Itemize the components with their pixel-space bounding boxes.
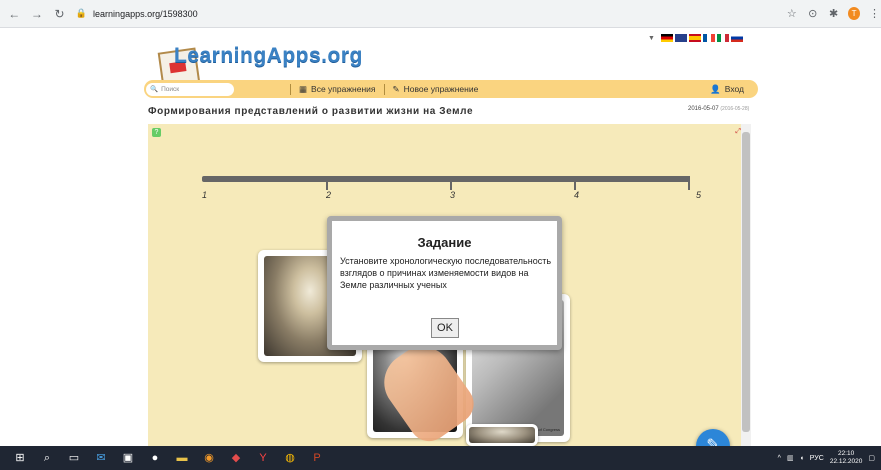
reload-icon[interactable]: ↻ — [51, 5, 68, 23]
ok-button[interactable]: OK — [431, 318, 459, 338]
menu-new-exercise[interactable]: ✎ Новое упражнение — [393, 84, 479, 95]
portrait-card-4[interactable] — [466, 424, 538, 446]
powerpoint-icon[interactable]: P — [310, 451, 324, 465]
language-flags[interactable]: ▼ — [648, 34, 743, 42]
logo-text: LearningApps.org — [174, 44, 363, 67]
dialog-text: Установите хронологическую последователь… — [340, 256, 552, 290]
notifications-icon[interactable]: ▢ — [868, 454, 875, 462]
grid-icon: ▦ — [299, 83, 308, 94]
date-small: (2016-05-28) — [720, 106, 750, 112]
portrait-image — [469, 427, 535, 443]
exercise-date: 2016-05-07 (2016-05-28) — [688, 106, 749, 112]
tray-up-icon[interactable]: ^ — [778, 455, 781, 462]
timeline-label-5: 5 — [696, 190, 702, 200]
forward-icon[interactable]: → — [29, 5, 46, 23]
search-icon[interactable]: ⌕ — [40, 451, 54, 465]
user-icon: 👤 — [710, 83, 721, 94]
profile-avatar[interactable]: T — [848, 7, 861, 20]
pencil-icon: ✎ — [392, 83, 400, 94]
app-red-icon[interactable]: ◆ — [229, 451, 243, 465]
chrome-icon[interactable]: ◍ — [283, 451, 297, 465]
timeline-label-2: 2 — [326, 190, 332, 200]
timeline-tick — [574, 176, 576, 190]
clock-time: 22:10 — [837, 450, 855, 457]
clock-date: 22.12.2020 — [829, 458, 863, 465]
task-view-icon[interactable]: ▭ — [67, 451, 81, 465]
windows-start-icon[interactable]: ⊞ — [13, 451, 27, 465]
star-icon[interactable]: ☆ — [785, 7, 798, 21]
dialog-title: Задание — [417, 235, 472, 250]
flag-es-icon[interactable] — [688, 34, 701, 42]
flag-it-icon[interactable] — [716, 34, 729, 42]
network-icon[interactable]: ▥ — [787, 454, 794, 462]
flag-ru-icon[interactable] — [730, 34, 743, 42]
lock-icon: 🔒 — [75, 8, 88, 18]
flag-fr-icon[interactable] — [702, 34, 715, 42]
help-icon[interactable]: ? — [152, 128, 161, 137]
language-indicator[interactable]: РУС — [810, 455, 824, 462]
flag-de-icon[interactable] — [660, 34, 673, 42]
exercise-title: Формирования представлений о развитии жи… — [148, 106, 474, 117]
timeline-label-1: 1 — [202, 190, 208, 200]
login-button[interactable]: 👤 Вход — [710, 84, 744, 95]
search-placeholder: Поиск — [161, 85, 180, 93]
puzzle-icon[interactable]: ✱ — [827, 7, 840, 21]
search-icon: 🔍 — [150, 86, 159, 93]
folder-icon[interactable]: ▬ — [175, 451, 189, 465]
task-dialog: Задание Установите хронологическую после… — [327, 216, 562, 350]
menu-dots-icon[interactable]: ⋮ — [868, 7, 881, 21]
menu-divider — [383, 83, 385, 95]
timeline-tick — [326, 176, 328, 190]
timeline-tick — [450, 176, 452, 190]
dropdown-arrow-icon[interactable]: ▼ — [648, 35, 655, 42]
learningapps-page: LearningApps.org ▼ 🔍 Поиск ▦ Все упражне… — [0, 28, 881, 463]
yandex-icon[interactable]: Y — [256, 451, 270, 465]
app-orange-icon[interactable]: ◉ — [202, 451, 216, 465]
back-icon[interactable]: ← — [6, 5, 23, 23]
timeline-label-4: 4 — [574, 190, 580, 200]
clock[interactable]: 22:10 22.12.2020 — [830, 450, 863, 466]
timeline-bar — [202, 176, 690, 190]
main-menu: 🔍 Поиск ▦ Все упражнения ✎ Новое упражне… — [144, 80, 758, 98]
taskbar: ⊞ ⌕ ▭ ✉ ▣ ● ▬ ◉ ◆ Y ◍ P ^ ▥ ◖ РУС 22:10 … — [0, 446, 881, 470]
search-input[interactable]: 🔍 Поиск — [146, 82, 234, 96]
date-main: 2016-05-07 — [688, 106, 719, 112]
store-icon[interactable]: ▣ — [121, 451, 135, 465]
menu-all-exercises[interactable]: ▦ Все упражнения — [299, 84, 376, 95]
address-bar[interactable]: 🔒 learningapps.org/1598300 — [76, 4, 777, 24]
login-label: Вход — [724, 84, 744, 94]
scrollbar[interactable] — [741, 124, 751, 446]
volume-icon[interactable]: ◖ — [800, 455, 804, 462]
menu-new-label: Новое упражнение — [403, 84, 479, 94]
app-icon[interactable]: ● — [148, 451, 162, 465]
mail-icon[interactable]: ✉ — [94, 451, 108, 465]
timeline-label-3: 3 — [450, 190, 456, 200]
timeline-tick — [688, 176, 690, 190]
browser-toolbar: ← → ↻ 🔒 learningapps.org/1598300 ☆ ⊙ ✱ T… — [0, 0, 881, 28]
flag-uk-icon[interactable] — [674, 34, 687, 42]
menu-all-label: Все упражнения — [311, 84, 376, 94]
system-tray: ^ ▥ ◖ РУС 22:10 22.12.2020 ▢ — [778, 446, 875, 470]
extension-icon[interactable]: ⊙ — [806, 7, 819, 21]
scrollbar-thumb[interactable] — [742, 132, 750, 432]
url-text: learningapps.org/1598300 — [93, 8, 198, 19]
menu-divider — [290, 83, 291, 95]
